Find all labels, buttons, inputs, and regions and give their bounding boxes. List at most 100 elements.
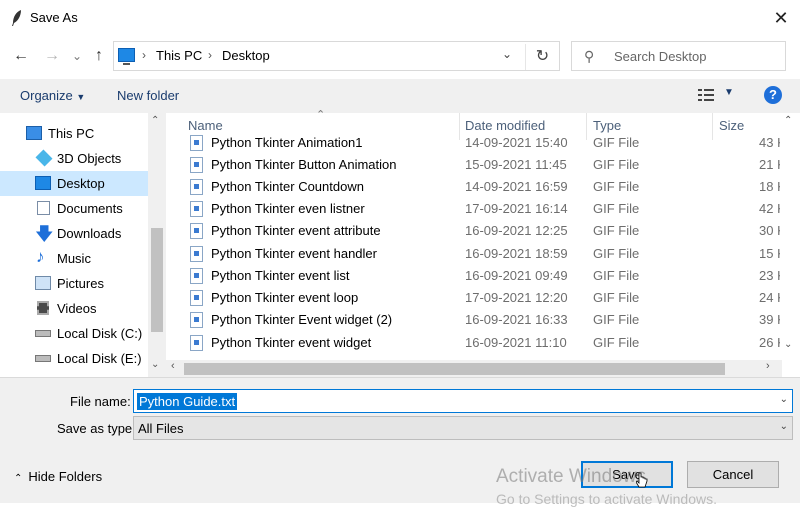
forward-button[interactable]: → [41, 44, 63, 68]
video-icon [37, 301, 49, 315]
desktop-icon [35, 176, 51, 190]
nav-item-3d-objects[interactable]: 3D Objects [0, 146, 148, 171]
chevron-down-icon[interactable]: ▼ [724, 87, 734, 98]
file-type: GIF File [593, 246, 640, 261]
breadcrumb-separator: › [208, 48, 212, 62]
nav-item-pictures[interactable]: Pictures [0, 271, 148, 296]
hide-folders-label: Hide Folders [28, 469, 103, 484]
file-type: GIF File [593, 135, 640, 150]
file-type: GIF File [593, 268, 640, 283]
file-row[interactable]: Python Tkinter event loop 17-09-2021 12:2… [180, 287, 786, 309]
file-row[interactable]: Python Tkinter Countdown 14-09-2021 16:59… [180, 176, 786, 198]
nav-item-local-disk-c[interactable]: Local Disk (C:) [0, 321, 148, 346]
chevron-down-icon[interactable]: ⌄ [780, 421, 788, 432]
chevron-down-icon: ▼ [76, 92, 86, 102]
help-button[interactable]: ? [764, 86, 782, 104]
mouse-cursor-icon [636, 472, 648, 488]
gif-file-icon [190, 201, 203, 217]
new-folder-button[interactable]: New folder [117, 88, 179, 103]
pictures-icon [35, 276, 51, 290]
scroll-up-icon[interactable]: ⌃ [784, 115, 792, 126]
nav-item-videos[interactable]: Videos [0, 296, 148, 321]
up-button[interactable]: ↑ [88, 44, 110, 68]
scroll-left-icon[interactable]: ‹ [171, 360, 175, 372]
breadcrumb-desktop[interactable]: Desktop [222, 48, 270, 63]
file-type: GIF File [593, 290, 640, 305]
nav-item-label: Local Disk (C:) [57, 326, 143, 341]
address-bar[interactable]: › This PC › Desktop ⌄ ↻ [113, 41, 560, 71]
nav-scrollbar-thumb[interactable] [151, 228, 163, 332]
cancel-button[interactable]: Cancel [687, 461, 779, 488]
nav-item-label: Desktop [57, 176, 105, 191]
nav-item-label: 3D Objects [57, 151, 122, 166]
horizontal-scrollbar-thumb[interactable] [184, 363, 725, 375]
nav-item-label: Videos [57, 301, 97, 316]
documents-icon [37, 201, 50, 215]
file-row[interactable]: Python Tkinter Button Animation 15-09-202… [180, 154, 786, 176]
file-date: 16-09-2021 16:33 [465, 312, 568, 327]
nav-item-label: Documents [57, 201, 123, 216]
nav-item-music[interactable]: ♪ Music [0, 246, 148, 271]
file-list-vertical-scrollbar[interactable]: ⌃ ⌄ [780, 113, 798, 360]
organize-button[interactable]: Organize ▼ [20, 88, 85, 103]
gif-file-icon [190, 246, 203, 262]
column-header-size[interactable]: Size [719, 118, 744, 133]
refresh-button[interactable]: ↻ [525, 44, 559, 70]
gif-file-icon [190, 312, 203, 328]
file-name: Python Tkinter event attribute [211, 223, 381, 238]
file-row[interactable]: Python Tkinter even listner 17-09-2021 16… [180, 198, 786, 220]
file-name: Python Tkinter Event widget (2) [211, 312, 393, 327]
window-title: Save As [30, 10, 78, 25]
nav-item-label: Pictures [57, 276, 104, 291]
chevron-down-icon[interactable]: ⌄ [500, 47, 514, 61]
gif-file-icon [190, 290, 203, 306]
file-row[interactable]: Python Tkinter event widget 16-09-2021 11… [180, 332, 786, 354]
column-header-date-modified[interactable]: Date modified [465, 118, 545, 133]
scroll-up-icon[interactable]: ⌃ [151, 115, 159, 126]
file-name-field[interactable]: Python Guide.txt ⌄ [133, 389, 793, 413]
music-icon: ♪ [36, 247, 45, 266]
file-row[interactable]: Python Tkinter event handler 16-09-2021 1… [180, 243, 786, 265]
file-date: 16-09-2021 12:25 [465, 223, 568, 238]
disk-icon [35, 330, 51, 337]
view-options-icon[interactable] [698, 88, 716, 102]
file-row[interactable]: Python Tkinter Animation1 14-09-2021 15:4… [180, 132, 786, 154]
file-name-value[interactable]: Python Guide.txt [137, 393, 238, 410]
back-button[interactable]: ← [10, 44, 32, 68]
nav-item-documents[interactable]: Documents [0, 196, 148, 221]
nav-item-downloads[interactable]: 🡇 Downloads [0, 221, 148, 246]
file-name: Python Tkinter even listner [211, 201, 365, 216]
gif-file-icon [190, 335, 203, 351]
file-type: GIF File [593, 223, 640, 238]
scroll-down-icon[interactable]: ⌄ [151, 359, 159, 370]
file-row[interactable]: Python Tkinter Event widget (2) 16-09-202… [180, 309, 786, 331]
column-header-type[interactable]: Type [593, 118, 621, 133]
gif-file-icon [190, 179, 203, 195]
gif-file-icon [190, 223, 203, 239]
breadcrumb-separator: › [142, 48, 146, 62]
title-bar: Save As ✕ [0, 0, 800, 38]
hide-folders-button[interactable]: ⌃ Hide Folders [14, 469, 102, 484]
nav-item-local-disk-e[interactable]: Local Disk (E:) [0, 346, 148, 371]
nav-item-label: Music [57, 251, 91, 266]
gif-file-icon [190, 157, 203, 173]
scroll-right-icon[interactable]: › [766, 360, 770, 372]
breadcrumb-this-pc[interactable]: This PC [156, 48, 202, 63]
file-name: Python Tkinter event loop [211, 290, 359, 305]
file-row[interactable]: Python Tkinter event list 16-09-2021 09:4… [180, 265, 786, 287]
close-button[interactable]: ✕ [768, 6, 794, 30]
column-header-name[interactable]: Name [188, 118, 223, 133]
file-row[interactable]: Python Tkinter event attribute 16-09-2021… [180, 220, 786, 242]
activate-windows-subtext: Go to Settings to activate Windows. [496, 491, 717, 507]
search-icon: ⚲ [584, 48, 595, 64]
save-as-type-select[interactable]: All Files ⌄ [133, 416, 793, 440]
file-name: Python Tkinter event widget [211, 335, 372, 350]
search-input[interactable]: ⚲ Search Desktop [571, 41, 786, 71]
computer-icon [118, 48, 135, 65]
file-type: GIF File [593, 335, 640, 350]
nav-item-desktop[interactable]: Desktop [0, 171, 148, 196]
recent-locations-icon[interactable]: ⌄ [66, 44, 88, 68]
scroll-down-icon[interactable]: ⌄ [784, 339, 792, 350]
chevron-down-icon[interactable]: ⌄ [780, 394, 788, 405]
nav-item-this-pc[interactable]: This PC [0, 121, 148, 146]
